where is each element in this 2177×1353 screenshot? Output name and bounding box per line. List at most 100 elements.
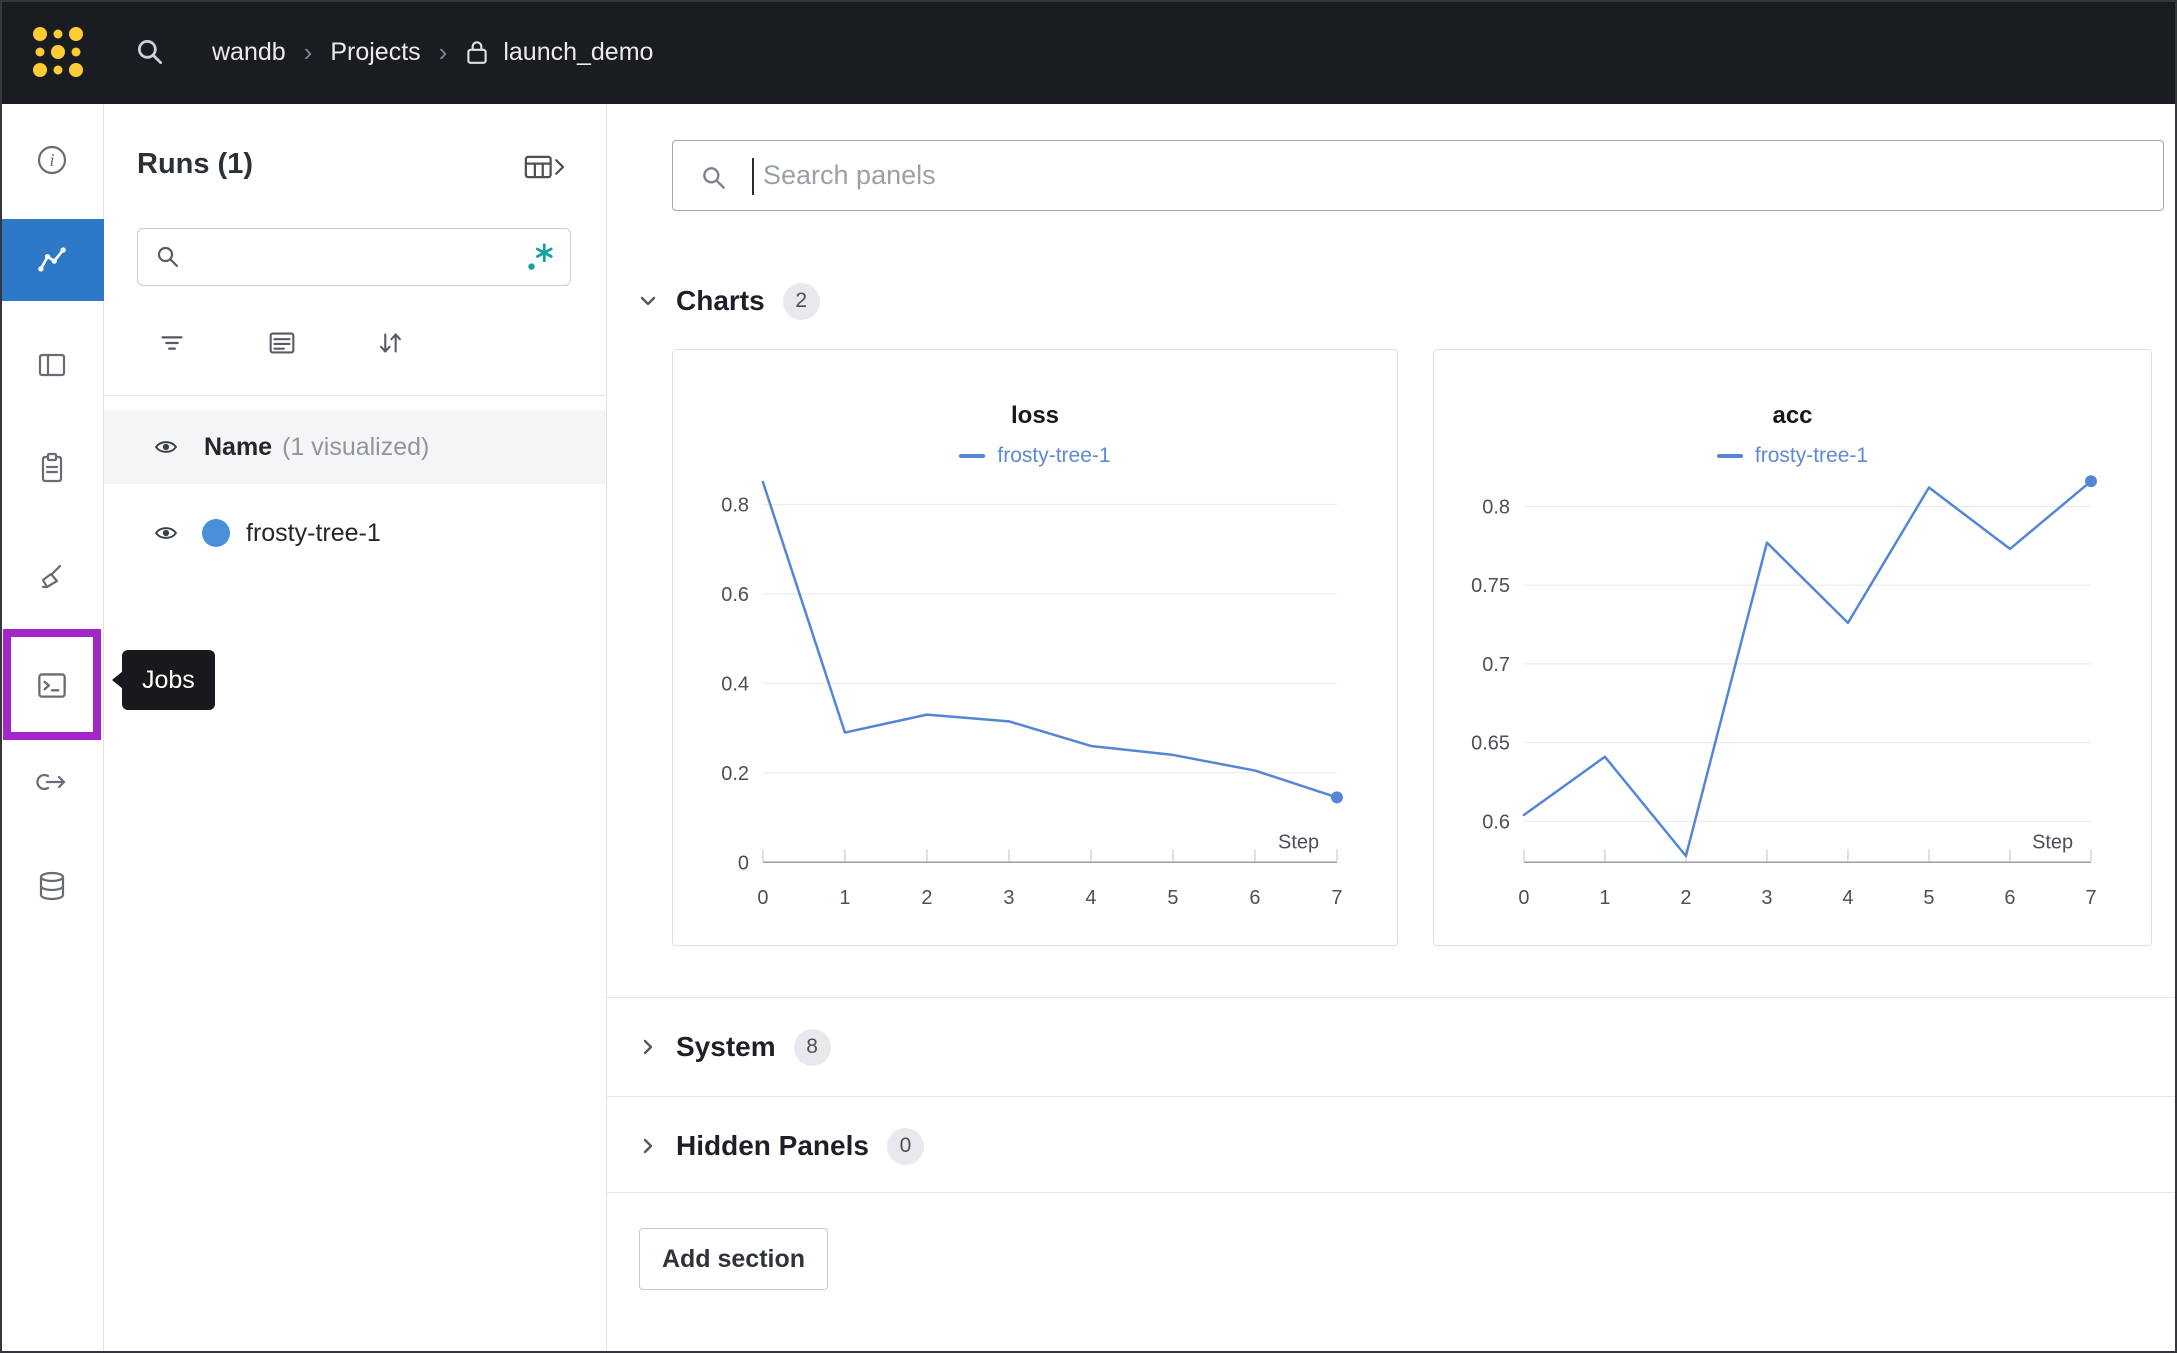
runs-search-input[interactable] (194, 243, 524, 271)
svg-text:0.75: 0.75 (1471, 575, 1510, 597)
divider (607, 997, 2177, 998)
group-runs-button[interactable] (260, 323, 304, 363)
svg-text:5: 5 (1167, 887, 1178, 909)
wandb-app-window: wandb › Projects › launch_demo i (0, 0, 2177, 1353)
runs-toolbar (104, 323, 607, 363)
svg-text:1: 1 (839, 887, 850, 909)
run-color-dot[interactable] (202, 519, 230, 547)
chevron-right-icon (636, 1134, 660, 1158)
run-name-label[interactable]: frosty-tree-1 (246, 519, 381, 548)
divider (104, 395, 607, 396)
svg-text:6: 6 (2004, 887, 2015, 909)
chevron-down-icon (636, 289, 660, 313)
nav-artifacts-item[interactable] (0, 856, 104, 916)
nav-sweeps-item[interactable] (0, 546, 104, 606)
search-icon (699, 163, 729, 198)
eye-icon (151, 521, 181, 545)
svg-text:0: 0 (738, 852, 749, 874)
project-nav-rail: i (0, 104, 104, 1353)
runs-search-box (137, 228, 571, 286)
expand-runs-table-button[interactable] (514, 146, 576, 190)
runs-panel-title: Runs (1) (137, 148, 253, 181)
svg-text:0.6: 0.6 (721, 584, 749, 606)
workspace-main: Charts 2 loss frosty-tree-1 00.20.40.60.… (607, 104, 2177, 1353)
svg-text:0: 0 (1518, 887, 1529, 909)
breadcrumb-separator: › (304, 37, 313, 68)
chart-panel-acc[interactable]: acc frosty-tree-1 0.60.650.70.750.801234… (1433, 349, 2152, 946)
svg-text:Step: Step (1278, 831, 1319, 853)
wandb-dots-logo-icon (30, 24, 86, 80)
svg-text:7: 7 (2085, 887, 2096, 909)
runs-name-header-row[interactable]: Name (1 visualized) (104, 410, 606, 484)
name-column-header: Name (204, 433, 272, 462)
breadcrumb-projects[interactable]: Projects (330, 38, 420, 67)
svg-text:6: 6 (1249, 887, 1260, 909)
nav-automations-item[interactable] (0, 752, 104, 812)
toggle-all-visibility-button[interactable] (148, 431, 184, 463)
svg-text:0: 0 (757, 887, 768, 909)
runs-sidebar-panel: Runs (1) (104, 104, 607, 1353)
info-icon: i (34, 142, 70, 178)
chevron-right-icon (556, 160, 563, 174)
lock-icon (465, 38, 489, 66)
nav-jobs-item[interactable] (33, 666, 71, 704)
charts-section-label: Charts (676, 285, 765, 317)
svg-text:4: 4 (1842, 887, 1853, 909)
table-icon (526, 156, 551, 176)
chevron-right-icon (636, 1035, 660, 1059)
table-panel-icon (34, 347, 70, 383)
text-caret (752, 158, 754, 195)
charts-count-badge: 2 (783, 283, 820, 320)
database-icon (34, 868, 70, 904)
regex-toggle-icon[interactable] (524, 241, 556, 273)
line-chart-icon (32, 240, 72, 280)
toggle-run-visibility-button[interactable] (148, 517, 184, 549)
svg-text:0.6: 0.6 (1482, 811, 1510, 833)
breadcrumb-entity[interactable]: wandb (212, 38, 286, 67)
jobs-tooltip: Jobs (122, 650, 215, 710)
breadcrumb-project[interactable]: launch_demo (503, 38, 653, 67)
divider (607, 1192, 2177, 1193)
hidden-panels-count-badge: 0 (887, 1128, 924, 1165)
svg-text:7: 7 (1331, 887, 1342, 909)
filter-icon (155, 326, 189, 360)
broom-icon (34, 558, 70, 594)
wandb-logo[interactable] (30, 24, 86, 80)
hidden-panels-section-label: Hidden Panels (676, 1130, 869, 1162)
system-section-label: System (676, 1031, 776, 1063)
filter-runs-button[interactable] (150, 323, 194, 363)
loss-line-chart: 00.20.40.60.801234567Step (673, 350, 1397, 945)
clipboard-icon (34, 450, 70, 486)
jobs-highlight-annotation (3, 629, 101, 740)
nav-workspace-item[interactable] (0, 219, 104, 301)
eye-icon (151, 435, 181, 459)
global-search-icon[interactable] (130, 32, 170, 72)
add-section-button[interactable]: Add section (639, 1228, 828, 1290)
system-count-badge: 8 (794, 1029, 831, 1066)
nav-overview-item[interactable]: i (0, 130, 104, 190)
sort-runs-button[interactable] (368, 323, 412, 363)
svg-text:i: i (49, 150, 54, 170)
run-list-item[interactable]: frosty-tree-1 (104, 500, 606, 566)
section-header-system[interactable]: System 8 (607, 1016, 2177, 1078)
jobs-tooltip-label: Jobs (142, 666, 195, 695)
sort-arrows-icon (373, 326, 407, 360)
acc-line-chart: 0.60.650.70.750.801234567Step (1434, 350, 2151, 945)
terminal-icon (33, 666, 71, 704)
svg-text:0.65: 0.65 (1471, 733, 1510, 755)
section-header-hidden-panels[interactable]: Hidden Panels 0 (607, 1115, 2177, 1177)
nav-reports-item[interactable] (0, 438, 104, 498)
chart-panel-loss[interactable]: loss frosty-tree-1 00.20.40.60.801234567… (672, 349, 1398, 946)
svg-text:0.4: 0.4 (721, 673, 749, 695)
nav-runs-table-item[interactable] (0, 335, 104, 395)
link-arrow-icon (34, 764, 70, 800)
svg-text:0.8: 0.8 (1482, 496, 1510, 518)
section-header-charts[interactable]: Charts 2 (607, 270, 2177, 332)
svg-text:2: 2 (1680, 887, 1691, 909)
divider (607, 1096, 2177, 1097)
svg-text:2: 2 (921, 887, 932, 909)
svg-text:0.7: 0.7 (1482, 654, 1510, 676)
svg-text:Step: Step (2032, 831, 2073, 853)
list-icon (265, 326, 299, 360)
search-panels-input[interactable] (763, 141, 2153, 210)
